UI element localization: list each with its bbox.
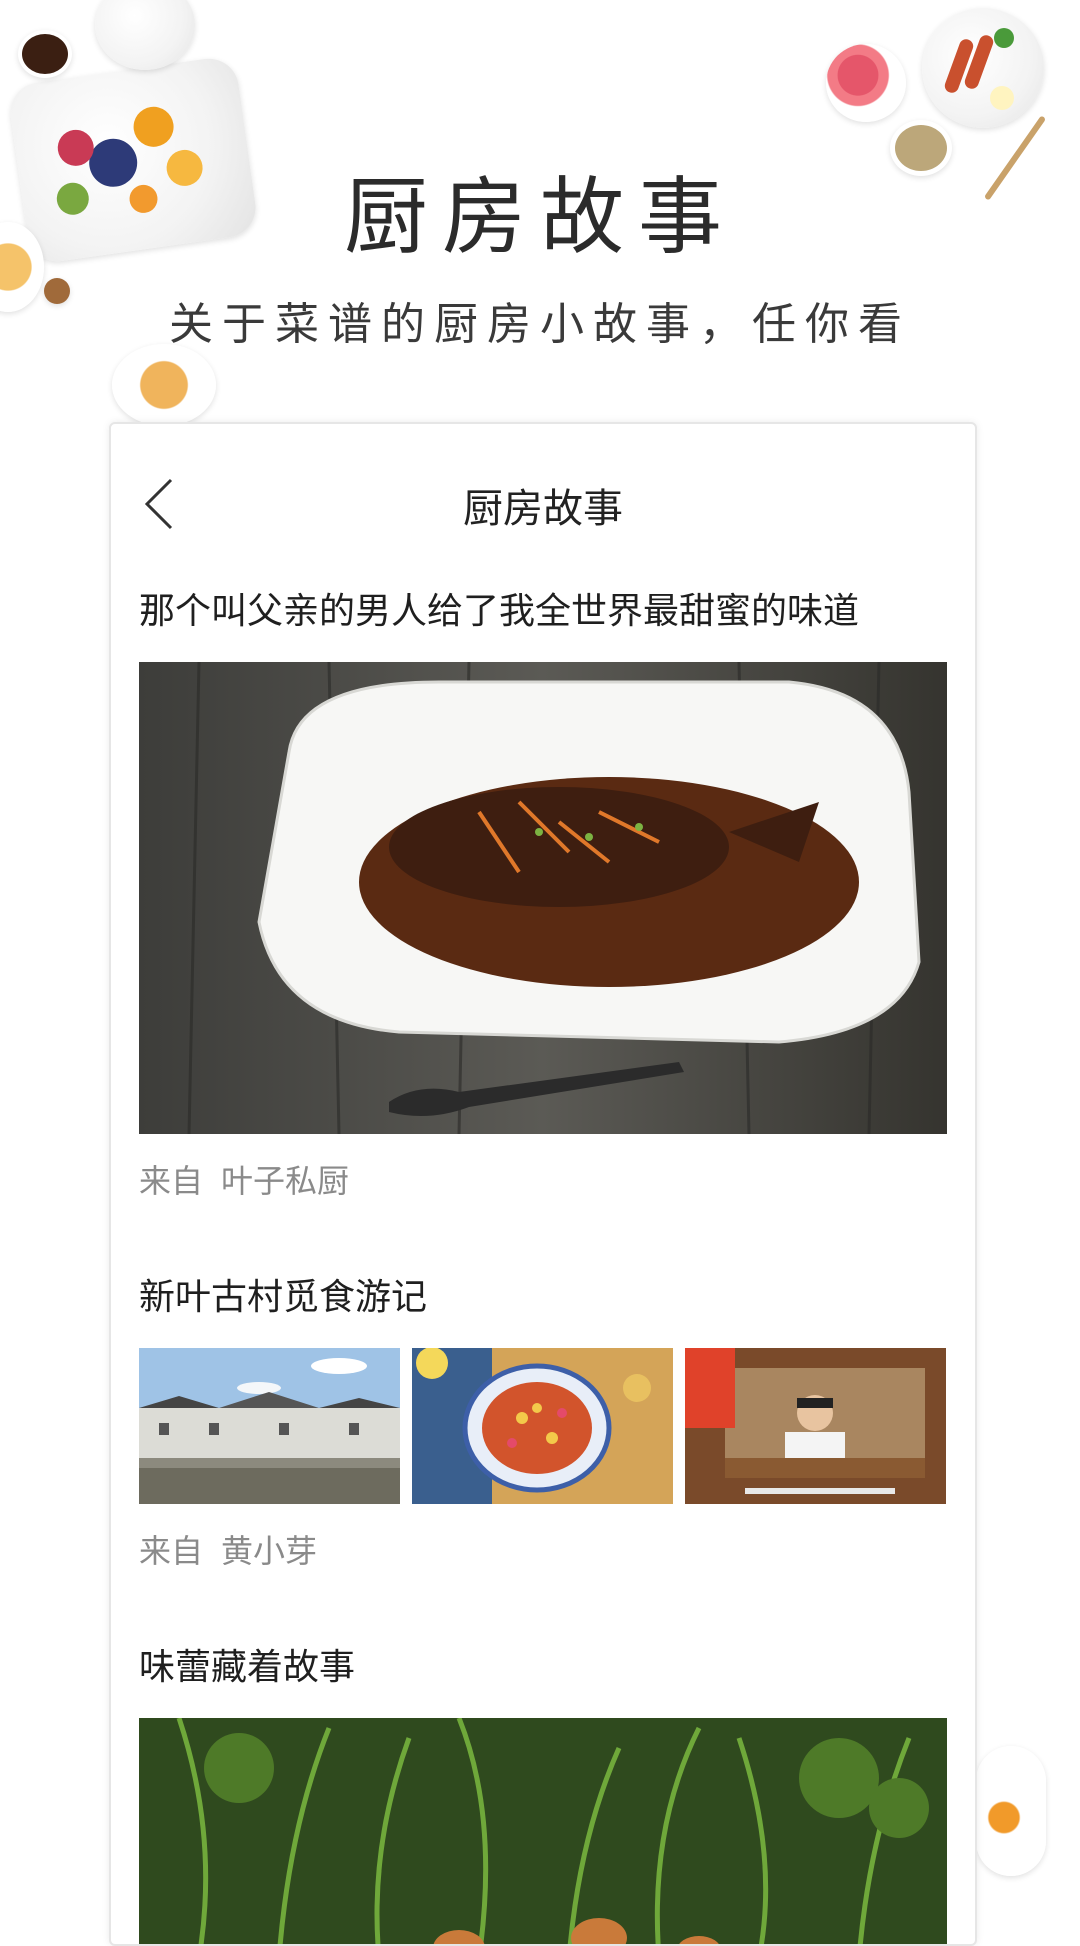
- story-card[interactable]: 味蕾藏着故事: [139, 1644, 947, 1944]
- braised-fish-photo: [139, 662, 947, 1134]
- story-title[interactable]: 新叶古村觅食游记: [139, 1274, 947, 1322]
- story-image-fish[interactable]: [139, 662, 947, 1134]
- village-photo: [139, 1348, 400, 1504]
- carrots-photo: [139, 1718, 947, 1944]
- source-author[interactable]: 叶子私厨: [221, 1162, 349, 1200]
- story-image-village[interactable]: [139, 1348, 400, 1504]
- story-image-row: [139, 1348, 947, 1504]
- story-title[interactable]: 味蕾藏着故事: [139, 1644, 947, 1692]
- page-title: 厨房故事: [463, 486, 623, 532]
- tv-program-photo: [685, 1348, 946, 1504]
- promo-title: 厨房故事: [343, 168, 736, 266]
- story-title[interactable]: 那个叫父亲的男人给了我全世界最甜蜜的味道: [139, 588, 947, 636]
- nav-bar: 厨房故事: [111, 424, 975, 574]
- sausage-image: [944, 28, 1014, 110]
- source-author[interactable]: 黄小芽: [221, 1532, 317, 1570]
- story-source: 来自 叶子私厨: [139, 1156, 947, 1202]
- story-image-tv[interactable]: [685, 1348, 946, 1504]
- story-image-dish[interactable]: [412, 1348, 673, 1504]
- story-source: 来自 黄小芽: [139, 1526, 947, 1572]
- decor-egg-plate: [976, 1746, 1046, 1876]
- decor-plate-top: [95, 0, 195, 70]
- story-image-carrots[interactable]: [139, 1718, 947, 1944]
- phone-screen: 厨房故事 那个叫父亲的男人给了我全世界最甜蜜的味道 来自 叶子私厨 新叶古村觅食…: [109, 422, 977, 1946]
- colorful-dish-photo: [412, 1348, 673, 1504]
- decor-cup: [18, 30, 72, 78]
- story-card[interactable]: 那个叫父亲的男人给了我全世界最甜蜜的味道 来自 叶子私厨: [139, 588, 947, 1202]
- story-card[interactable]: 新叶古村觅食游记 来自 黄小芽: [139, 1274, 947, 1572]
- decor-sausage-plate: [922, 8, 1044, 128]
- decor-grapefruit-plate: [826, 44, 906, 122]
- source-prefix: 来自: [139, 1532, 204, 1570]
- promo-subtitle: 关于菜谱的厨房小故事，任你看: [169, 299, 911, 350]
- source-prefix: 来自: [139, 1162, 204, 1200]
- decor-plate-pancake: [112, 344, 216, 426]
